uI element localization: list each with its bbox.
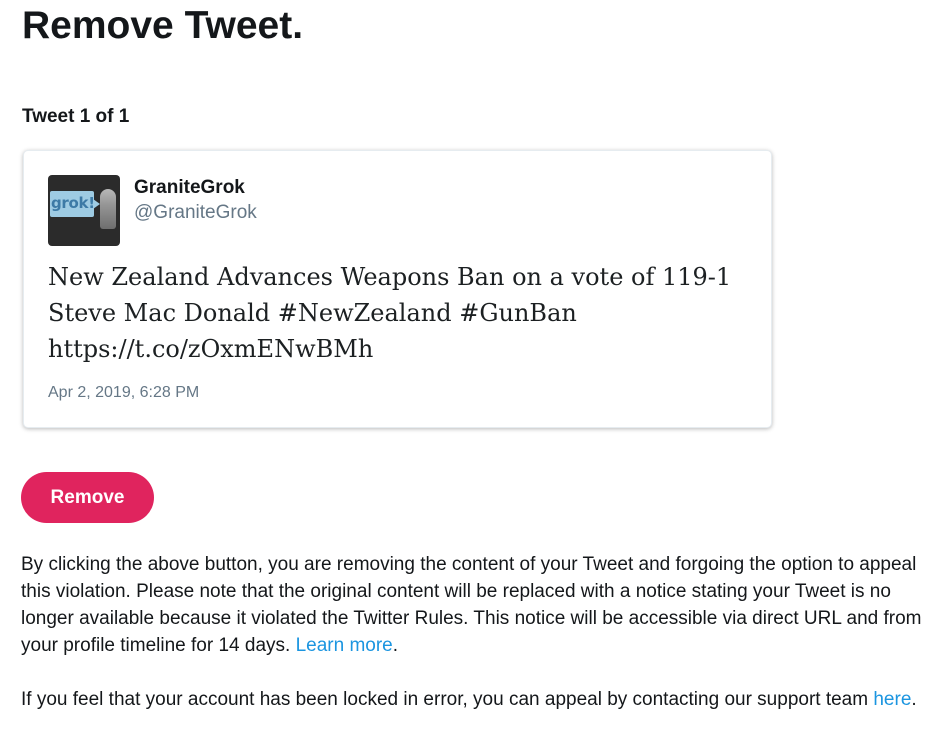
avatar-statue-figure [100,189,116,229]
notice-end-punct: . [392,635,399,656]
appeal-here-link[interactable]: here [873,689,911,710]
tweet-timestamp: Apr 2, 2019, 6:28 PM [48,384,200,401]
tweet-counter: Tweet 1 of 1 [22,106,130,127]
author-handle: @GraniteGrok [134,202,257,223]
author-name: GraniteGrok [134,177,245,198]
avatar: grok! [48,175,120,246]
tweet-text-line: https://t.co/zOxmENwBMh [48,335,374,363]
page-title: Remove Tweet. [22,4,304,47]
tweet-text-line: New Zealand Advances Weapons Ban on a vo… [48,263,732,291]
appeal-notice: If you feel that your account has been l… [21,686,926,713]
avatar-speech-bubble: grok! [50,191,100,217]
avatar-logo-text: grok! [51,194,95,212]
tweet-text-line: Steve Mac Donald #NewZealand #GunBan [48,299,577,327]
appeal-notice-text: If you feel that your account has been l… [21,689,869,710]
tweet-card: grok! GraniteGrok @GraniteGrok New Zeala… [23,150,772,428]
removal-notice: By clicking the above button, you are re… [21,551,926,659]
remove-button[interactable]: Remove [21,472,154,523]
removal-notice-text: By clicking the above button, you are re… [21,554,922,656]
learn-more-link[interactable]: Learn more [296,635,393,656]
tweet-text: New Zealand Advances Weapons Ban on a vo… [48,259,748,367]
appeal-end-punct: . [911,689,917,710]
